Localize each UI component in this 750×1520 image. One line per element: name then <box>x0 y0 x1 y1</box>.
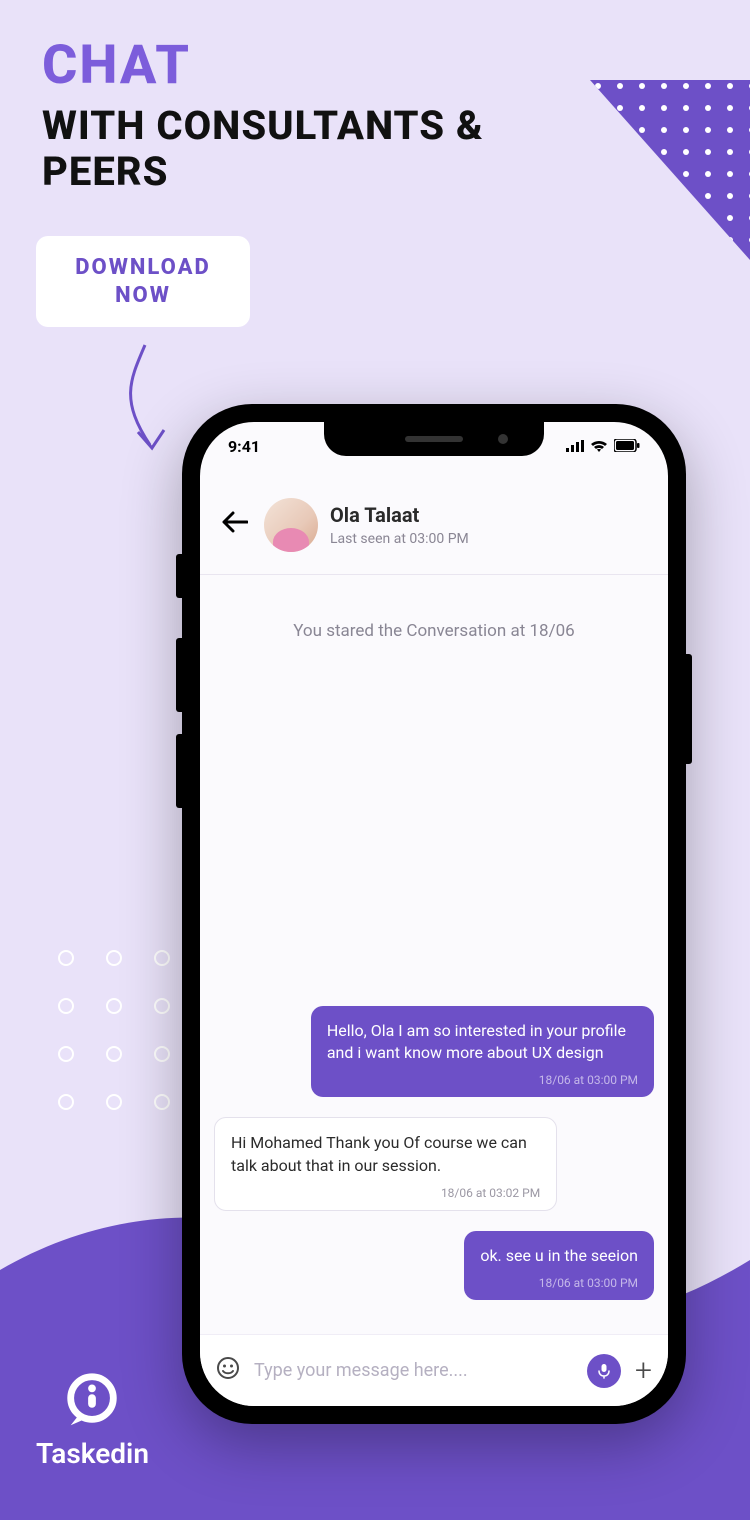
brand-name: Taskedin <box>36 1437 149 1470</box>
back-arrow-icon[interactable] <box>218 506 252 544</box>
message-text: Hello, Ola I am so interested in your pr… <box>327 1021 626 1062</box>
chat-body[interactable]: You stared the Conversation at 18/06 Hel… <box>200 575 668 1334</box>
message-timestamp: 18/06 at 03:00 PM <box>480 1275 638 1292</box>
download-label: DOWNLOAD NOW <box>75 255 210 308</box>
message-composer: Type your message here.... + <box>200 1334 668 1406</box>
message-text: Hi Mohamed Thank you Of course we can ta… <box>231 1133 527 1174</box>
message-sent[interactable]: Hello, Ola I am so interested in your pr… <box>311 1006 654 1098</box>
message-received[interactable]: Hi Mohamed Thank you Of course we can ta… <box>214 1117 557 1211</box>
plus-icon[interactable]: + <box>635 1353 652 1388</box>
message-text: ok. see u in the seeion <box>480 1246 638 1265</box>
brand-logo-icon <box>61 1369 123 1431</box>
wifi-icon <box>590 437 608 456</box>
message-input[interactable]: Type your message here.... <box>254 1360 573 1381</box>
battery-icon <box>614 437 640 456</box>
brand-logo: Taskedin <box>36 1369 149 1470</box>
message-timestamp: 18/06 at 03:00 PM <box>327 1072 638 1089</box>
heading-line1: CHAT <box>42 34 562 97</box>
heading-line2: WITH CONSULTANTS & PEERS <box>42 103 562 195</box>
contact-avatar[interactable] <box>264 498 318 552</box>
arrow-decoration <box>90 340 180 460</box>
chat-header: Ola Talaat Last seen at 03:00 PM <box>200 478 668 575</box>
phone-screen: 9:41 Ola Talaat Last seen at 03:00 <box>200 422 668 1406</box>
conversation-start-label: You stared the Conversation at 18/06 <box>244 619 624 645</box>
phone-notch <box>324 422 544 456</box>
decorative-triangle <box>570 80 750 260</box>
download-now-button[interactable]: DOWNLOAD NOW <box>36 236 250 327</box>
message-timestamp: 18/06 at 03:02 PM <box>231 1185 540 1202</box>
signal-icon <box>566 437 584 456</box>
contact-name: Ola Talaat <box>330 503 469 527</box>
last-seen: Last seen at 03:00 PM <box>330 531 469 547</box>
emoji-icon[interactable] <box>216 1356 240 1386</box>
message-sent[interactable]: ok. see u in the seeion 18/06 at 03:00 P… <box>464 1231 654 1300</box>
phone-mockup: 9:41 Ola Talaat Last seen at 03:00 <box>182 404 686 1424</box>
promo-heading: CHAT WITH CONSULTANTS & PEERS <box>42 34 562 195</box>
microphone-icon[interactable] <box>587 1354 621 1388</box>
status-time: 9:41 <box>228 437 260 456</box>
